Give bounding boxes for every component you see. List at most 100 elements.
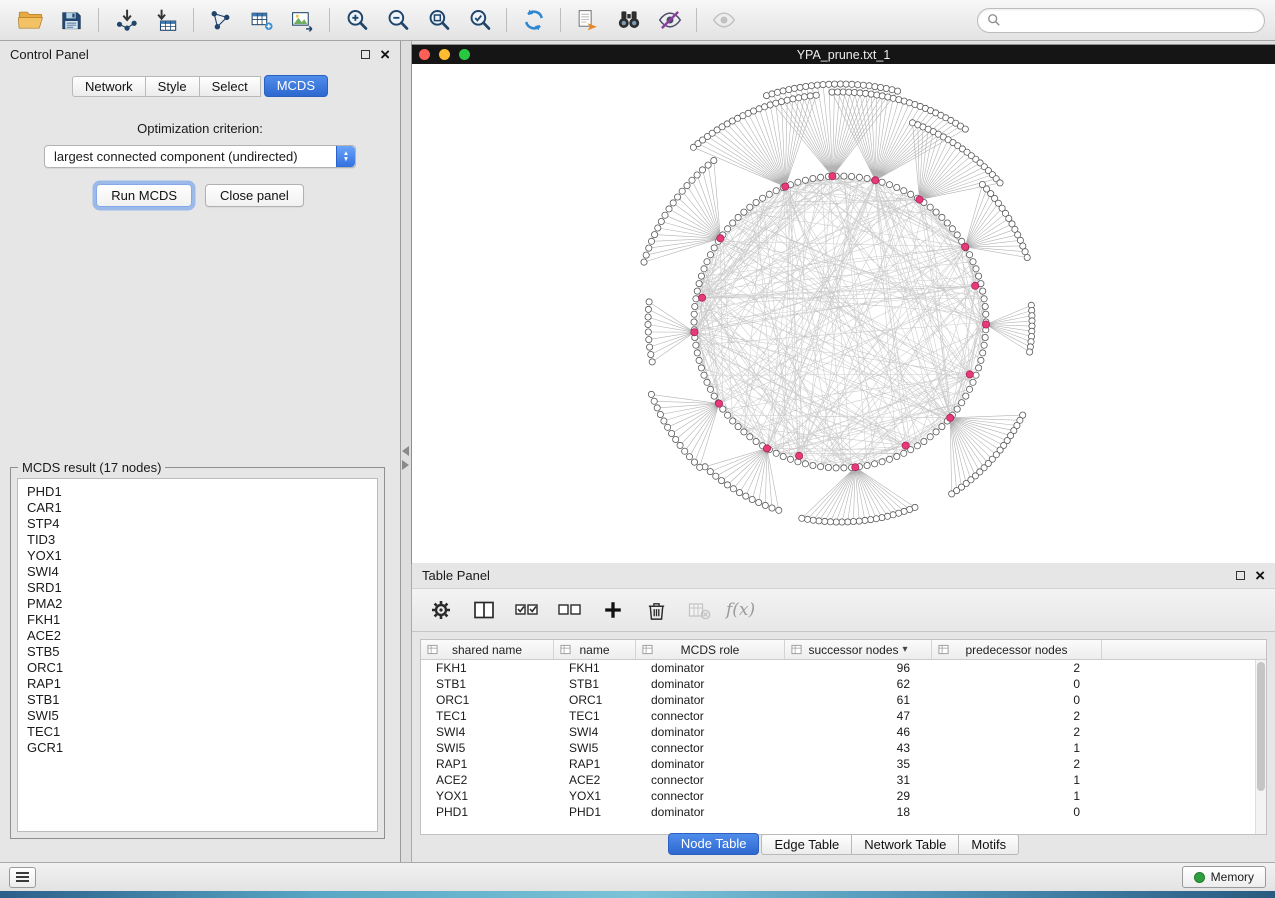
sort-indicator-icon[interactable]: ▾ <box>903 644 908 655</box>
table-scrollbar[interactable] <box>1255 660 1266 834</box>
mcds-result-item[interactable]: FKH1 <box>18 612 377 628</box>
mcds-result-item[interactable]: SRD1 <box>18 580 377 596</box>
tab-edge-table[interactable]: Edge Table <box>761 834 852 855</box>
show-all-icon[interactable] <box>703 3 744 37</box>
tab-mcds[interactable]: MCDS <box>264 75 328 97</box>
mcds-result-item[interactable]: STP4 <box>18 516 377 532</box>
tab-node-table[interactable]: Node Table <box>668 833 760 855</box>
table-row[interactable]: RAP1RAP1dominator352 <box>421 756 1266 772</box>
close-panel-icon[interactable]: × <box>380 46 390 63</box>
column-header-name[interactable]: name <box>554 640 636 659</box>
scrollbar-thumb[interactable] <box>1257 662 1265 791</box>
column-header-successor-nodes[interactable]: successor nodes▾ <box>785 640 932 659</box>
find-icon[interactable] <box>608 3 649 37</box>
mcds-result-item[interactable]: YOX1 <box>18 548 377 564</box>
copy-style-icon[interactable] <box>567 3 608 37</box>
network-window-titlebar[interactable]: YPA_prune.txt_1 <box>412 45 1275 64</box>
table-row[interactable]: SWI4SWI4dominator462 <box>421 724 1266 740</box>
collapse-left-icon[interactable] <box>402 446 409 456</box>
dominator-node[interactable] <box>715 400 722 407</box>
mcds-result-item[interactable]: PHD1 <box>18 484 377 500</box>
dominator-node[interactable] <box>829 173 836 180</box>
close-panel-button[interactable]: Close panel <box>205 184 304 207</box>
table-row[interactable]: YOX1YOX1connector291 <box>421 788 1266 804</box>
mcds-result-item[interactable]: TEC1 <box>18 724 377 740</box>
mcds-result-item[interactable]: STB5 <box>18 644 377 660</box>
tab-network[interactable]: Network <box>72 76 146 97</box>
mcds-result-item[interactable]: SWI4 <box>18 564 377 580</box>
dominator-node[interactable] <box>872 177 879 184</box>
table-row[interactable]: TEC1TEC1connector472 <box>421 708 1266 724</box>
zoom-window-icon[interactable] <box>459 49 470 60</box>
deselect-all-icon[interactable] <box>557 597 583 623</box>
mcds-result-item[interactable]: GCR1 <box>18 740 377 756</box>
tab-style[interactable]: Style <box>146 76 200 97</box>
minimize-window-icon[interactable] <box>439 49 450 60</box>
delete-column-icon[interactable] <box>643 597 669 623</box>
open-session-icon[interactable] <box>10 3 51 37</box>
network-canvas[interactable] <box>412 64 1275 563</box>
refresh-layout-icon[interactable] <box>513 3 554 37</box>
close-window-icon[interactable] <box>419 49 430 60</box>
table-row[interactable]: PHD1PHD1dominator180 <box>421 804 1266 820</box>
delete-table-icon[interactable] <box>686 597 712 623</box>
import-network-file-icon[interactable] <box>105 3 146 37</box>
mcds-result-item[interactable]: RAP1 <box>18 676 377 692</box>
run-mcds-button[interactable]: Run MCDS <box>96 184 192 207</box>
mcds-result-item[interactable]: SWI5 <box>18 708 377 724</box>
dominator-node[interactable] <box>962 243 969 250</box>
dominator-node[interactable] <box>947 414 954 421</box>
mcds-result-item[interactable]: ACE2 <box>18 628 377 644</box>
search-box[interactable] <box>977 8 1265 33</box>
table-row[interactable]: ORC1ORC1dominator610 <box>421 692 1266 708</box>
criterion-dropdown[interactable]: largest connected component (undirected)… <box>44 145 356 168</box>
tab-select[interactable]: Select <box>200 76 261 97</box>
add-column-icon[interactable] <box>600 597 626 623</box>
dominator-node[interactable] <box>691 329 698 336</box>
import-table-file-icon[interactable] <box>146 3 187 37</box>
new-table-icon[interactable] <box>241 3 282 37</box>
close-panel-icon[interactable]: × <box>1255 567 1265 584</box>
float-window-icon[interactable] <box>1236 571 1245 580</box>
network-graph[interactable] <box>412 64 1275 563</box>
zoom-fit-icon[interactable] <box>418 3 459 37</box>
save-session-icon[interactable] <box>51 3 92 37</box>
tab-motifs[interactable]: Motifs <box>959 834 1019 855</box>
mcds-result-item[interactable]: ORC1 <box>18 660 377 676</box>
table-row[interactable]: SWI5SWI5connector431 <box>421 740 1266 756</box>
export-image-icon[interactable] <box>282 3 323 37</box>
table-row[interactable]: STB1STB1dominator620 <box>421 676 1266 692</box>
column-header-shared-name[interactable]: shared name <box>421 640 554 659</box>
dominator-node[interactable] <box>916 196 923 203</box>
expand-right-icon[interactable] <box>402 460 409 470</box>
column-layout-icon[interactable] <box>471 597 497 623</box>
settings-gear-icon[interactable] <box>428 597 454 623</box>
column-header-MCDS-role[interactable]: MCDS role <box>636 640 785 659</box>
dominator-node[interactable] <box>902 442 909 449</box>
column-header-predecessor-nodes[interactable]: predecessor nodes <box>932 640 1102 659</box>
dominator-node[interactable] <box>717 235 724 242</box>
split-pane-divider[interactable] <box>401 41 412 862</box>
zoom-in-icon[interactable] <box>336 3 377 37</box>
dominator-node[interactable] <box>966 371 973 378</box>
dominator-node[interactable] <box>796 452 803 459</box>
zoom-selected-icon[interactable] <box>459 3 500 37</box>
function-builder-icon[interactable]: f(x) <box>726 600 755 620</box>
mcds-result-item[interactable]: CAR1 <box>18 500 377 516</box>
dominator-node[interactable] <box>782 183 789 190</box>
mcds-result-list[interactable]: PHD1CAR1STP4TID3YOX1SWI4SRD1PMA2FKH1ACE2… <box>17 478 378 832</box>
table-row[interactable]: FKH1FKH1dominator962 <box>421 660 1266 676</box>
new-network-icon[interactable] <box>200 3 241 37</box>
dominator-node[interactable] <box>699 294 706 301</box>
mcds-result-item[interactable]: TID3 <box>18 532 377 548</box>
hide-selected-icon[interactable] <box>649 3 690 37</box>
memory-button[interactable]: Memory <box>1182 866 1266 888</box>
mcds-result-item[interactable]: STB1 <box>18 692 377 708</box>
select-all-icon[interactable] <box>514 597 540 623</box>
dominator-node[interactable] <box>982 321 989 328</box>
dominator-node[interactable] <box>852 464 859 471</box>
search-input[interactable] <box>1007 13 1255 28</box>
dominator-node[interactable] <box>972 282 979 289</box>
tab-network-table[interactable]: Network Table <box>852 834 959 855</box>
panel-menu-button[interactable] <box>9 867 36 888</box>
